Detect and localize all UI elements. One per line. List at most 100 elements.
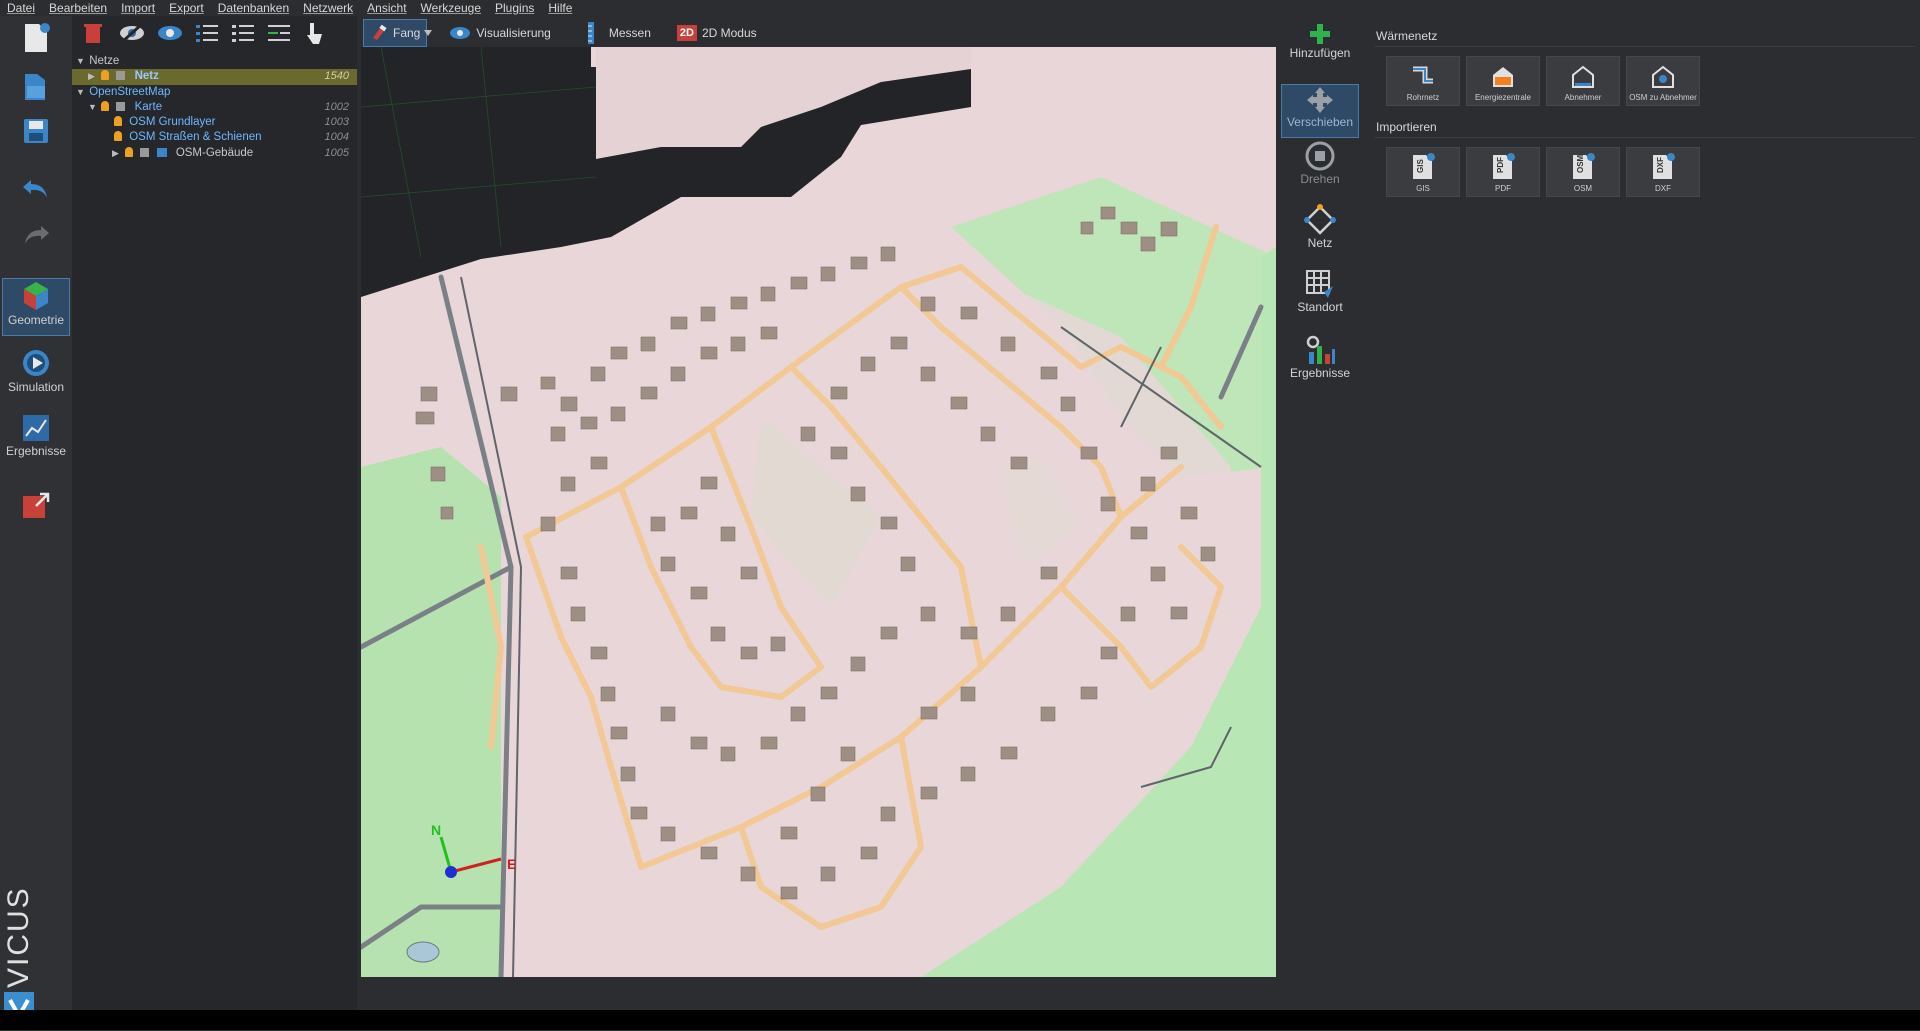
gis-import-card[interactable]: GIS GIS	[1386, 147, 1460, 197]
open-file-button[interactable]	[2, 70, 70, 106]
navigation-tree-panel	[72, 16, 357, 1010]
osm-import-card[interactable]: OSM OSM	[1546, 147, 1620, 197]
results-chart-icon	[23, 415, 49, 441]
2d-badge-icon: 2D	[676, 25, 697, 41]
results-bars-icon	[1306, 335, 1335, 364]
bulb-icon[interactable]	[125, 146, 134, 157]
tree-label-openstreetmap: OpenStreetMap	[89, 85, 171, 98]
netz-label: Netz	[1307, 236, 1333, 250]
add-plus-icon	[1310, 24, 1330, 44]
chevron-down-icon	[424, 30, 433, 36]
consumer-house-icon	[1572, 65, 1594, 88]
save-icon	[24, 119, 48, 143]
visualisierung-button[interactable]: Visualisierung	[443, 20, 557, 46]
tree-row-netz[interactable]: ▶ Netz 1540	[72, 69, 357, 85]
tree-id-karte: 1002	[324, 100, 349, 113]
indent-list-icon[interactable]	[266, 22, 292, 44]
osm-scene: N E	[361, 47, 1276, 977]
save-button[interactable]	[2, 116, 70, 152]
bulb-icon[interactable]	[114, 116, 122, 127]
hand-pointer-icon[interactable]	[302, 21, 324, 45]
drehen-button[interactable]: Drehen	[1281, 140, 1359, 198]
messen-button[interactable]: Messen	[579, 20, 657, 46]
drehen-label: Drehen	[1300, 172, 1340, 186]
hinzufuegen-button[interactable]: Hinzufügen	[1281, 22, 1359, 74]
tree-label-strassen: OSM Straßen & Schienen	[129, 131, 262, 144]
geometrie-mode-button[interactable]: Geometrie	[2, 278, 70, 336]
netz-button[interactable]: Netz	[1281, 204, 1359, 262]
checkbox-icon[interactable]	[116, 71, 126, 81]
dxf-import-card[interactable]: DXF DXF	[1626, 147, 1700, 197]
map-viewport[interactable]: N E	[361, 47, 1276, 977]
checklist-icon[interactable]	[194, 22, 220, 44]
checkbox-icon[interactable]	[140, 147, 150, 157]
ergebnisse-label: Ergebnisse	[5, 444, 67, 458]
menu-import[interactable]: Import	[121, 1, 155, 15]
svg-text:GIS: GIS	[1416, 159, 1425, 173]
standort-button[interactable]: Standort	[1281, 268, 1359, 328]
pdf-import-card[interactable]: PDF PDF	[1466, 147, 1540, 197]
delete-icon[interactable]	[82, 21, 104, 45]
simulation-label: Simulation	[7, 380, 65, 394]
fang-toggle-button[interactable]: Fang	[363, 19, 428, 47]
tree-row-netze[interactable]: ▼ Netze	[72, 54, 357, 69]
bulb-icon[interactable]	[101, 70, 110, 81]
show-eye-icon[interactable]	[156, 22, 184, 44]
pdf-label: PDF	[1495, 184, 1511, 193]
checkbox-icon[interactable]	[116, 101, 126, 111]
abnehmer-card[interactable]: Abnehmer	[1546, 56, 1620, 106]
menu-datei[interactable]: Datei	[7, 1, 35, 15]
undo-button[interactable]	[2, 176, 70, 206]
tree-row-karte[interactable]: ▼ Karte 1002	[72, 100, 357, 115]
menu-bearbeiten[interactable]: Bearbeiten	[49, 1, 107, 15]
energiezentrale-card[interactable]: Energiezentrale	[1466, 56, 1540, 106]
ergebnisse-tool-button[interactable]: Ergebnisse	[1281, 334, 1359, 394]
svg-text:OSM: OSM	[1576, 154, 1585, 173]
expand-arrow-icon[interactable]: ▼	[88, 100, 98, 115]
osm-label: OSM	[1573, 184, 1593, 193]
expand-arrow-icon[interactable]: ▼	[76, 85, 86, 100]
expand-arrow-icon[interactable]: ▼	[76, 54, 86, 69]
tree-row-strassen[interactable]: OSM Straßen & Schienen 1004	[72, 130, 357, 145]
menu-export[interactable]: Export	[169, 1, 204, 15]
collapsed-arrow-icon[interactable]: ▶	[112, 146, 122, 161]
menu-netzwerk[interactable]: Netzwerk	[303, 1, 353, 15]
tree-row-gebaeude[interactable]: ▶ OSM-Gebäude 1005	[72, 146, 357, 161]
standort-label: Standort	[1297, 300, 1343, 314]
rohrnetz-card[interactable]: Rohrnetz	[1386, 56, 1460, 106]
tree-row-grundlayer[interactable]: OSM Grundlayer 1003	[72, 115, 357, 130]
export-report-button[interactable]	[2, 490, 70, 530]
pdf-file-icon: PDF	[1493, 153, 1515, 179]
undo-icon	[23, 180, 47, 198]
bulb-icon[interactable]	[114, 131, 122, 142]
ergebnisse-tool-label: Ergebnisse	[1289, 366, 1351, 380]
energiezentrale-label: Energiezentrale	[1474, 93, 1532, 102]
list-icon[interactable]	[230, 22, 256, 44]
hide-eye-icon[interactable]	[118, 22, 146, 44]
verschieben-button[interactable]: Verschieben	[1281, 84, 1359, 138]
redo-button[interactable]	[2, 222, 70, 252]
collapsed-arrow-icon[interactable]: ▶	[88, 69, 98, 84]
menu-plugins[interactable]: Plugins	[495, 1, 534, 15]
tree-label-grundlayer: OSM Grundlayer	[129, 116, 216, 129]
ergebnisse-mode-button[interactable]: Ergebnisse	[2, 412, 70, 470]
simulation-mode-button[interactable]: Simulation	[2, 346, 70, 404]
menu-datenbanken[interactable]: Datenbanken	[218, 1, 289, 15]
location-grid-icon	[1306, 270, 1333, 298]
2d-modus-button[interactable]: 2D 2D Modus	[671, 20, 763, 46]
new-file-button[interactable]	[2, 22, 70, 58]
messen-label: Messen	[608, 26, 651, 40]
new-file-icon	[25, 23, 50, 52]
fang-dropdown-button[interactable]	[421, 20, 435, 46]
tree-id-gebaeude: 1005	[324, 146, 349, 159]
menu-werkzeuge[interactable]: Werkzeuge	[421, 1, 481, 15]
rotate-cube-icon	[1305, 141, 1335, 171]
bulb-icon[interactable]	[101, 100, 110, 111]
simulation-gear-icon	[23, 350, 49, 376]
osm-zu-abnehmer-card[interactable]: OSM zu Abnehmer	[1626, 56, 1700, 106]
menu-ansicht[interactable]: Ansicht	[367, 1, 406, 15]
svg-text:VICUS: VICUS	[2, 886, 35, 988]
open-folder-icon	[25, 74, 45, 100]
tree-row-openstreetmap[interactable]: ▼ OpenStreetMap	[72, 85, 357, 100]
menu-hilfe[interactable]: Hilfe	[548, 1, 572, 15]
